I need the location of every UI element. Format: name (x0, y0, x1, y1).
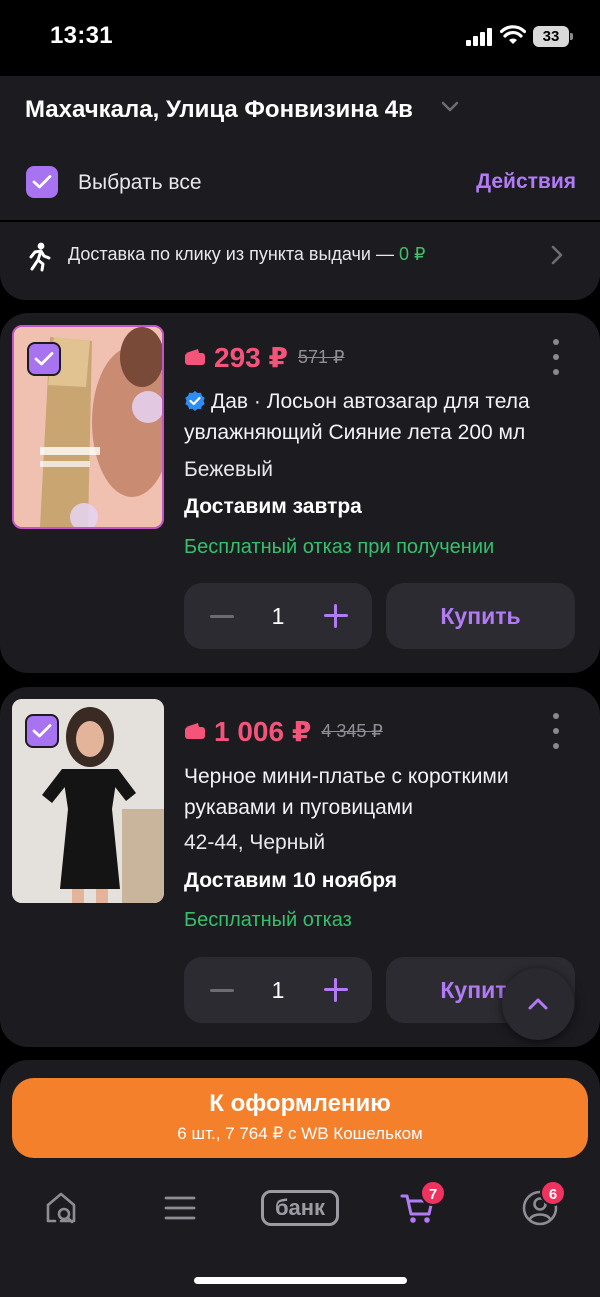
increase-quantity-button[interactable] (324, 978, 348, 1002)
checkmark-icon (32, 175, 52, 189)
tab-home[interactable] (31, 1184, 91, 1232)
more-options-icon[interactable] (546, 339, 566, 375)
increase-quantity-button[interactable] (324, 604, 348, 628)
wifi-icon (500, 25, 526, 44)
checkout-button[interactable]: К оформлению 6 шт., 7 764 ₽ с WB Кошельк… (12, 1078, 588, 1158)
tab-bank[interactable]: банк (261, 1184, 339, 1232)
old-price: 4 345 ₽ (321, 720, 383, 741)
wallet-icon (185, 723, 205, 739)
price-row: 1 006 ₽ 4 345 ₽ (184, 713, 383, 749)
menu-icon (164, 1196, 196, 1220)
home-search-icon (46, 1192, 76, 1224)
status-time: 13:31 (50, 22, 113, 49)
select-all-row: Выбрать все Действия (26, 166, 576, 200)
item-checkbox[interactable] (25, 714, 59, 748)
tab-bar: банк 7 6 (0, 1170, 600, 1250)
quantity-stepper: 1 (184, 957, 372, 1023)
product-variant: Бежевый (184, 458, 273, 481)
refund-policy: Бесплатный отказ (184, 909, 352, 931)
delivery-address[interactable]: Махачкала, Улица Фонвизина 4в (25, 96, 413, 124)
chevron-down-icon[interactable] (440, 100, 460, 114)
home-indicator (194, 1277, 407, 1284)
refund-policy: Бесплатный отказ при получении (184, 536, 495, 558)
delivery-banner[interactable]: Доставка по клику из пункта выдачи — 0 ₽ (0, 222, 600, 300)
price-row: 293 ₽ 571 ₽ (184, 339, 344, 375)
checkout-summary: 6 шт., 7 764 ₽ с WB Кошельком (177, 1124, 423, 1143)
product-title-text: Дав · Лосьон автозагар для тела увлажняю… (184, 390, 530, 444)
delivery-date: Доставим завтра (184, 495, 362, 518)
chevron-up-icon (528, 998, 548, 1010)
cart-count-badge: 7 (420, 1180, 446, 1206)
profile-notification-badge: 6 (540, 1180, 566, 1206)
product-title[interactable]: Черное мини-платье с короткими рукавами … (184, 761, 576, 823)
cart-item-card: 293 ₽ 571 ₽ Дав · Лосьон автозагар для т… (0, 313, 600, 673)
delivery-banner-text: Доставка по клику из пункта выдачи — 0 ₽ (68, 244, 425, 265)
current-price: 293 ₽ (214, 341, 288, 373)
bottom-sheet: К оформлению 6 шт., 7 764 ₽ с WB Кошельк… (0, 1060, 600, 1297)
product-title[interactable]: Дав · Лосьон автозагар для тела увлажняю… (184, 386, 576, 448)
wallet-icon (185, 349, 205, 365)
more-options-icon[interactable] (546, 713, 566, 749)
cart-header: Махачкала, Улица Фонвизина 4в Выбрать вс… (0, 76, 600, 220)
select-all-label[interactable]: Выбрать все (78, 171, 202, 195)
select-all-checkbox[interactable] (26, 166, 58, 198)
delivery-banner-label: Доставка по клику из пункта выдачи — (68, 244, 399, 264)
product-image[interactable] (12, 699, 164, 903)
buy-button[interactable]: Купить (386, 583, 575, 649)
old-price: 571 ₽ (297, 346, 345, 367)
item-checkbox[interactable] (27, 342, 61, 376)
delivery-banner-price: 0 ₽ (398, 244, 426, 264)
battery-icon: 33 (533, 26, 573, 47)
actions-button[interactable]: Действия (476, 170, 576, 194)
status-bar: 13:31 33 (0, 0, 600, 76)
tab-catalog[interactable] (150, 1184, 210, 1232)
current-price: 1 006 ₽ (214, 715, 312, 747)
verified-badge-icon (185, 391, 205, 411)
checkmark-icon (32, 724, 52, 738)
product-image[interactable] (12, 325, 164, 529)
quantity-stepper: 1 (184, 583, 372, 649)
checkmark-icon (34, 352, 54, 366)
chevron-right-icon (551, 245, 563, 265)
cellular-signal-icon (466, 28, 494, 46)
product-variant: 42-44, Черный (184, 831, 326, 854)
delivery-date: Доставим 10 ноября (184, 869, 398, 892)
checkout-title: К оформлению (209, 1090, 391, 1117)
running-person-icon (29, 242, 51, 272)
scroll-to-top-button[interactable] (502, 968, 574, 1040)
bank-label: банк (261, 1190, 339, 1226)
